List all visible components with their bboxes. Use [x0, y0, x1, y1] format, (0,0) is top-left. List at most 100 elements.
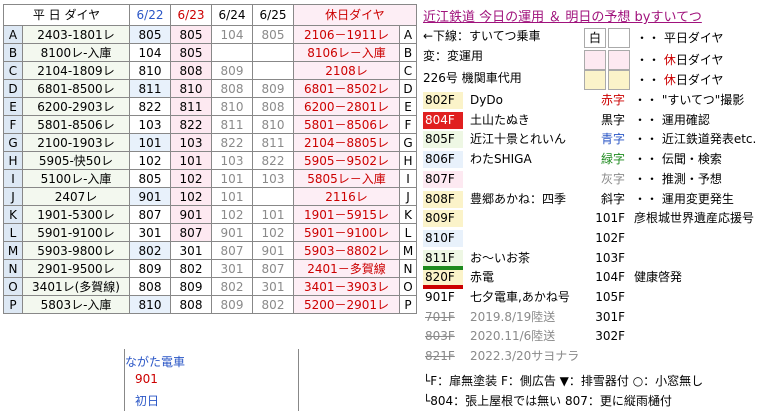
day-1[interactable]: 802 — [129, 241, 171, 260]
day-4[interactable]: 809 — [252, 79, 294, 98]
day-2[interactable]: 101 — [170, 151, 212, 170]
day-1[interactable]: 102 — [129, 151, 171, 170]
day-3[interactable]: 102 — [211, 205, 253, 224]
date-col-4[interactable]: 6/25 — [252, 4, 294, 26]
day-3[interactable]: 802 — [211, 277, 253, 296]
day-1[interactable]: 805 — [129, 169, 171, 188]
day-4[interactable]: 808 — [252, 97, 294, 116]
day-3[interactable] — [211, 43, 253, 62]
day-1[interactable]: 104 — [129, 43, 171, 62]
day-4[interactable]: 807 — [252, 259, 294, 278]
day-2[interactable]: 802 — [170, 259, 212, 278]
day-2[interactable]: 808 — [170, 295, 212, 314]
day-3[interactable]: 103 — [211, 151, 253, 170]
day-1[interactable]: 822 — [129, 97, 171, 116]
day-3[interactable]: 301 — [211, 259, 253, 278]
day-2[interactable]: 901 — [170, 205, 212, 224]
livery-stripe — [423, 265, 463, 270]
car-number[interactable]: 701F — [423, 308, 463, 326]
table-row: H 5905-快50レ 102 101 103 822 5905－9502レ H — [3, 151, 417, 170]
day-3[interactable]: 101 — [211, 187, 253, 206]
car-number[interactable]: 901F — [423, 289, 463, 306]
day-2[interactable]: 809 — [170, 277, 212, 296]
day-4[interactable]: 103 — [252, 169, 294, 188]
day-1[interactable]: 901 — [129, 187, 171, 206]
day-1[interactable]: 810 — [129, 295, 171, 314]
legend-desc: ・・ 運用変更発生 — [634, 191, 734, 206]
day-4[interactable] — [252, 43, 294, 62]
day-4[interactable]: 811 — [252, 133, 294, 152]
day-4[interactable]: 802 — [252, 295, 294, 314]
operation: 6200-2903レ — [22, 97, 130, 116]
operation: 2100-1903レ — [22, 133, 130, 152]
day-2[interactable]: 301 — [170, 241, 212, 260]
day-2[interactable]: 805 — [170, 43, 212, 62]
day-4[interactable]: 810 — [252, 115, 294, 134]
date-col-2[interactable]: 6/23 — [170, 4, 212, 26]
schedule-table: 平 日 ダイヤ 6/22 6/23 6/24 6/25 休日ダイヤ A 2403-… — [3, 4, 417, 314]
car-number[interactable]: 807F — [423, 170, 463, 188]
table-row: N 2901-9500レ 809 802 301 807 2401－多賀線 N — [3, 259, 417, 278]
day-3[interactable]: 807 — [211, 241, 253, 260]
day-4[interactable]: 805 — [252, 25, 294, 44]
day-4[interactable] — [252, 61, 294, 80]
table-row: A 2403-1801レ 805 805 104 805 2106－1911レ A — [3, 25, 417, 44]
day-3[interactable]: 901 — [211, 223, 253, 242]
day-1[interactable]: 101 — [129, 133, 171, 152]
day-1[interactable]: 808 — [129, 277, 171, 296]
car-number[interactable]: 821F — [423, 348, 463, 366]
car-name: 近江十景とれいん — [470, 132, 567, 147]
car-number[interactable]: 811F — [423, 249, 463, 267]
day-1[interactable]: 301 — [129, 223, 171, 242]
row-letter-right: G — [399, 133, 417, 152]
car-number[interactable]: 806F — [423, 151, 463, 169]
day-3[interactable]: 104 — [211, 25, 253, 44]
page-title[interactable]: 近江鉄道 今日の運用 ＆ 明日の予想 byすいてつ — [423, 6, 702, 25]
day-4[interactable]: 822 — [252, 151, 294, 170]
holiday-operation: 5901－9100レ — [293, 223, 400, 242]
day-2[interactable]: 103 — [170, 133, 212, 152]
date-col-3[interactable]: 6/24 — [211, 4, 253, 26]
day-3[interactable]: 822 — [211, 133, 253, 152]
date-col-1[interactable]: 6/22 — [129, 4, 171, 26]
day-3[interactable]: 809 — [211, 61, 253, 80]
car-number[interactable]: 803F — [423, 328, 463, 346]
day-3[interactable]: 101 — [211, 169, 253, 188]
day-2[interactable]: 808 — [170, 61, 212, 80]
car-number[interactable]: 802F — [423, 92, 463, 109]
day-4[interactable] — [252, 187, 294, 206]
legend-key: 赤字 — [600, 93, 625, 107]
legend-key: 灰字 — [600, 171, 625, 186]
operation: 5903-9800レ — [22, 241, 130, 260]
day-3[interactable]: 811 — [211, 115, 253, 134]
day-1[interactable]: 811 — [129, 79, 171, 98]
day-1[interactable]: 807 — [129, 205, 171, 224]
livery-stripe — [423, 285, 463, 290]
day-3[interactable]: 810 — [211, 97, 253, 116]
day-1[interactable]: 809 — [129, 259, 171, 278]
car-number[interactable]: 808F — [423, 190, 463, 208]
day-4[interactable]: 301 — [252, 277, 294, 296]
car-number[interactable]: 804F — [423, 111, 463, 129]
day-4[interactable]: 102 — [252, 223, 294, 242]
day-2[interactable]: 102 — [170, 187, 212, 206]
car-number[interactable]: 820F — [423, 269, 463, 287]
day-4[interactable]: 101 — [252, 205, 294, 224]
day-1[interactable]: 810 — [129, 61, 171, 80]
day-3[interactable]: 808 — [211, 79, 253, 98]
row-letter-right: A — [399, 25, 417, 44]
car-number[interactable]: 809F — [423, 210, 463, 228]
day-1[interactable]: 103 — [129, 115, 171, 134]
day-2[interactable]: 822 — [170, 115, 212, 134]
day-4[interactable]: 901 — [252, 241, 294, 260]
day-2[interactable]: 102 — [170, 169, 212, 188]
day-1[interactable]: 805 — [129, 25, 171, 44]
holiday-operation: 2106－1911レ — [293, 25, 400, 44]
day-2[interactable]: 810 — [170, 79, 212, 98]
day-2[interactable]: 811 — [170, 97, 212, 116]
car-number[interactable]: 810F — [423, 229, 463, 247]
day-2[interactable]: 807 — [170, 223, 212, 242]
car-number[interactable]: 805F — [423, 131, 463, 149]
day-2[interactable]: 805 — [170, 25, 212, 44]
day-3[interactable]: 809 — [211, 295, 253, 314]
